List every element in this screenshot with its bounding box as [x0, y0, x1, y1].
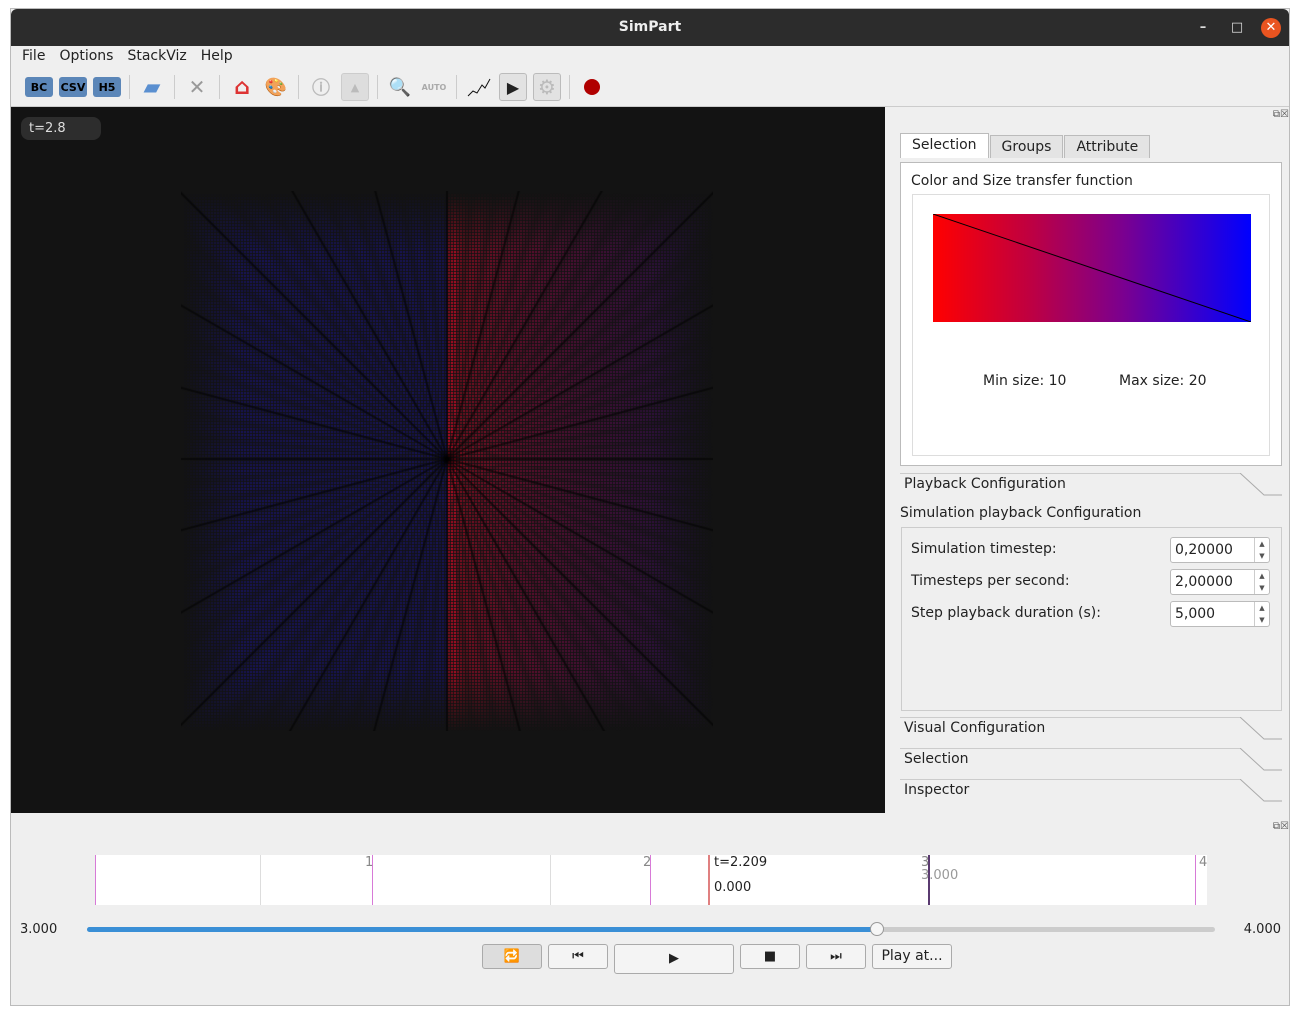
- range-start-label: 3.000: [20, 922, 58, 937]
- slider-handle[interactable]: [869, 922, 884, 936]
- stop-icon: ■: [763, 949, 777, 964]
- play-button[interactable]: ▶: [614, 944, 734, 974]
- load-csv-icon[interactable]: CSV: [59, 77, 87, 97]
- auto-zoom-icon[interactable]: AUTO: [420, 73, 448, 101]
- tab-bar: Selection Groups Attribute: [900, 133, 1151, 158]
- transfer-function-title: Color and Size transfer function: [911, 173, 1133, 189]
- close-file-icon[interactable]: ✕: [183, 73, 211, 101]
- menu-bar: File Options StackViz Help: [11, 46, 1289, 68]
- timesteps-per-second-spinbox[interactable]: 2,00000 ▲ ▼: [1170, 569, 1270, 595]
- playback-dock: ⧉☒ 1 2 3 4 t=2.209 0.000 3.000 3.000 4.0…: [11, 813, 1291, 1007]
- dock-float-close-icon[interactable]: ⧉☒: [1273, 109, 1289, 120]
- timestep-value: 0,20000: [1175, 542, 1233, 558]
- particle-visualization[interactable]: [181, 191, 713, 731]
- section-label: Inspector: [904, 782, 970, 798]
- section-label: Playback Configuration: [904, 476, 1066, 492]
- close-icon[interactable]: ✕: [1261, 18, 1281, 38]
- home-icon[interactable]: ⌂: [228, 73, 256, 101]
- visual-configuration-header[interactable]: Visual Configuration: [900, 717, 1282, 741]
- tps-value: 2,00000: [1175, 574, 1233, 590]
- minimize-icon[interactable]: –: [1193, 18, 1213, 38]
- cursor-time-label: t=2.209: [714, 855, 768, 870]
- tick-label: 4: [1199, 855, 1208, 870]
- stop-button[interactable]: ■: [740, 944, 800, 969]
- plot-icon[interactable]: [465, 73, 493, 101]
- menu-help[interactable]: Help: [194, 46, 240, 68]
- open-folder-icon[interactable]: ▰: [138, 73, 166, 101]
- play-icon: ▶: [669, 951, 679, 966]
- time-label: t=2.8: [21, 117, 101, 140]
- right-dock: ⧉☒ Selection Groups Attribute Color and …: [885, 107, 1291, 813]
- loop-button[interactable]: 🔁: [482, 944, 542, 969]
- duration-value: 5,000: [1175, 606, 1216, 622]
- tab-groups[interactable]: Groups: [989, 135, 1064, 158]
- title-bar: SimPart – □ ✕: [11, 9, 1289, 46]
- window-title: SimPart: [618, 19, 682, 35]
- section-label: Selection: [904, 751, 969, 767]
- app-window: SimPart – □ ✕ File Options StackViz Help…: [10, 8, 1290, 1006]
- tab-attribute[interactable]: Attribute: [1064, 135, 1151, 158]
- section-label: Visual Configuration: [904, 720, 1046, 736]
- dock-float-close-icon[interactable]: ⧉☒: [1273, 821, 1289, 832]
- load-h5-icon[interactable]: H5: [93, 77, 121, 97]
- marker-value-label: 3.000: [921, 868, 959, 883]
- simulation-viewport[interactable]: t=2.8: [11, 107, 885, 813]
- maximize-icon[interactable]: □: [1227, 18, 1247, 38]
- play-at-button[interactable]: Play at...: [872, 944, 952, 969]
- skip-back-button[interactable]: ⏮: [548, 944, 608, 969]
- tab-selection[interactable]: Selection: [900, 133, 989, 158]
- time-slider[interactable]: [87, 922, 1215, 936]
- toolbar: BC CSV H5 ▰ ✕ ⌂ 🎨 ⓘ ▲ 🔍 AUTO ▶ ⚙: [11, 68, 1289, 107]
- menu-file[interactable]: File: [15, 46, 52, 68]
- histogram-icon[interactable]: ▲: [341, 73, 369, 101]
- spin-arrows-icon[interactable]: ▲ ▼: [1254, 602, 1269, 626]
- loop-icon: 🔁: [503, 949, 521, 964]
- zoom-icon[interactable]: 🔍: [386, 73, 414, 101]
- playback-configuration-header[interactable]: Playback Configuration: [900, 473, 1282, 497]
- palette-icon[interactable]: 🎨: [262, 73, 290, 101]
- timeline[interactable]: 1 2 3 4 t=2.209 0.000 3.000: [95, 855, 1207, 905]
- tick-label: 2: [643, 855, 652, 870]
- skip-forward-icon: ⏭: [830, 949, 842, 964]
- record-icon[interactable]: [578, 73, 606, 101]
- menu-options[interactable]: Options: [52, 46, 120, 68]
- cursor-value-label: 0.000: [714, 880, 752, 895]
- play-icon[interactable]: ▶: [499, 73, 527, 101]
- selection-tab-panel: Color and Size transfer function Min siz…: [900, 162, 1282, 466]
- menu-stackviz[interactable]: StackViz: [120, 46, 193, 68]
- spin-arrows-icon[interactable]: ▲ ▼: [1254, 538, 1269, 562]
- tick-label: 1: [365, 855, 374, 870]
- load-bc-icon[interactable]: BC: [25, 77, 53, 97]
- skip-forward-button[interactable]: ⏭: [806, 944, 866, 969]
- color-gradient[interactable]: [932, 213, 1252, 323]
- spin-arrows-icon[interactable]: ▲ ▼: [1254, 570, 1269, 594]
- step-duration-spinbox[interactable]: 5,000 ▲ ▼: [1170, 601, 1270, 627]
- selection-section-header[interactable]: Selection: [900, 748, 1282, 772]
- skip-back-icon: ⏮: [572, 949, 584, 964]
- inspector-section-header[interactable]: Inspector: [900, 779, 1282, 803]
- range-end-label: 4.000: [1243, 922, 1281, 937]
- min-size-label: Min size: 10: [983, 373, 1067, 389]
- transfer-function-editor[interactable]: Min size: 10 Max size: 20: [912, 194, 1270, 456]
- timestep-spinbox[interactable]: 0,20000 ▲ ▼: [1170, 537, 1270, 563]
- time-cursor[interactable]: [708, 855, 710, 905]
- info-icon[interactable]: ⓘ: [307, 73, 335, 101]
- playback-subtitle: Simulation playback Configuration: [900, 505, 1142, 521]
- slider-fill: [87, 927, 877, 932]
- max-size-label: Max size: 20: [1119, 373, 1207, 389]
- timestep-label: Simulation timestep:: [911, 541, 1057, 557]
- step-duration-label: Step playback duration (s):: [911, 605, 1101, 621]
- timesteps-per-second-label: Timesteps per second:: [911, 573, 1070, 589]
- settings-gear-icon[interactable]: ⚙: [533, 73, 561, 101]
